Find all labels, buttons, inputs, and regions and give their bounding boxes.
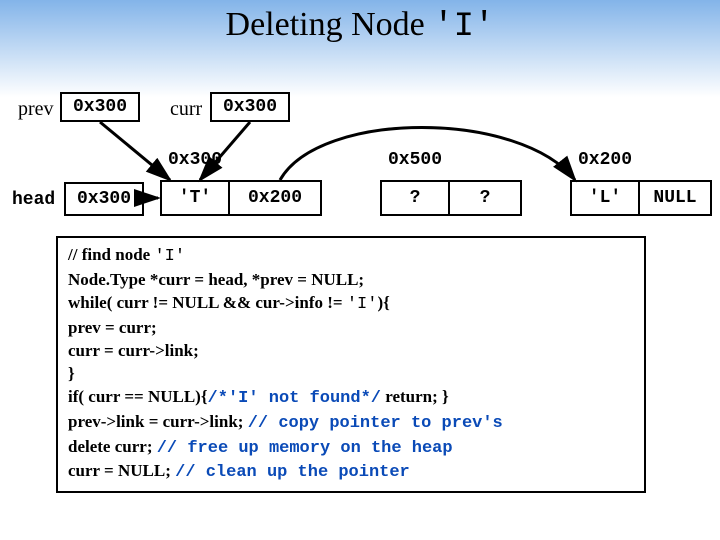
prev-box: 0x300 [60,92,140,122]
code-line-4: prev = curr; [68,317,634,340]
code-box: // find node 'I' Node.Type *curr = head,… [56,236,646,493]
node-1: 'T' 0x200 [160,180,322,216]
prev-label: prev [18,98,54,121]
head-box: 0x300 [64,182,144,216]
curr-label: curr [170,98,202,121]
code-line-2: Node.Type *curr = head, *prev = NULL; [68,269,634,292]
addr-n1: 0x300 [168,150,222,170]
code-line-8: prev->link = curr->link; // copy pointer… [68,411,634,436]
diagram-stage: prev 0x300 curr 0x300 head 0x300 0x300 0… [0,0,720,540]
node-2-info: ? [382,182,450,214]
node-3-info: 'L' [572,182,640,214]
node-2-link: ? [450,182,520,214]
node-1-link: 0x200 [230,182,320,214]
node-3: 'L' NULL [570,180,712,216]
node-2: ? ? [380,180,522,216]
code-line-10: curr = NULL; // clean up the pointer [68,460,634,485]
code-line-3: while( curr != NULL && cur->info != 'I')… [68,292,634,317]
curr-box: 0x300 [210,92,290,122]
head-label: head [12,190,55,210]
code-line-1: // find node 'I' [68,244,634,269]
code-line-6: } [68,363,634,386]
code-line-9: delete curr; // free up memory on the he… [68,436,634,461]
addr-n3: 0x200 [578,150,632,170]
node-1-info: 'T' [162,182,230,214]
code-line-5: curr = curr->link; [68,340,634,363]
node-3-link: NULL [640,182,710,214]
code-line-7: if( curr == NULL){/*'I' not found*/ retu… [68,386,634,411]
addr-n2: 0x500 [388,150,442,170]
